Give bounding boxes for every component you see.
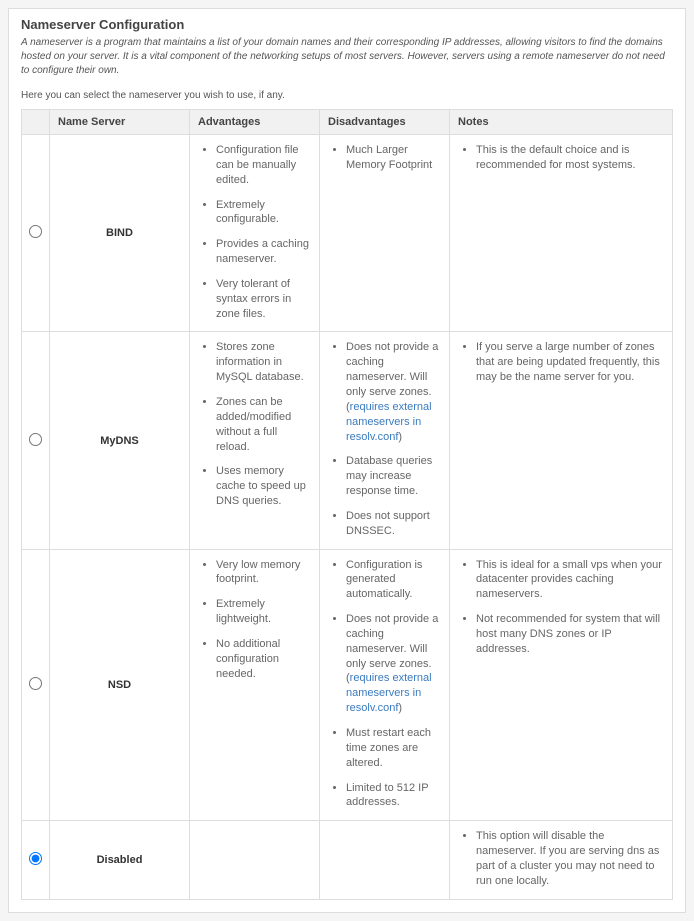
page-intro: A nameserver is a program that maintains… — [21, 36, 673, 78]
list-item: No additional configuration needed. — [216, 637, 311, 682]
list-item: If you serve a large number of zones tha… — [476, 340, 664, 385]
col-advantages: Advantages — [190, 110, 320, 135]
table-row: Disabled This option will disable the nam… — [22, 821, 673, 899]
nameserver-name: Disabled — [50, 821, 190, 899]
radio-cell — [22, 821, 50, 899]
nameserver-name: MyDNS — [50, 332, 190, 549]
disadvantages-cell — [320, 821, 450, 899]
advantages-cell: Configuration file can be manually edite… — [190, 135, 320, 332]
advantages-list: Stores zone information in MySQL databas… — [198, 340, 311, 508]
list-item: This is ideal for a small vps when your … — [476, 558, 664, 603]
list-item: Configuration file can be manually edite… — [216, 143, 311, 188]
list-item: Uses memory cache to speed up DNS querie… — [216, 464, 311, 509]
list-item: Configuration is generated automatically… — [346, 558, 441, 603]
col-notes: Notes — [450, 110, 673, 135]
notes-list: If you serve a large number of zones tha… — [458, 340, 664, 385]
col-radio — [22, 110, 50, 135]
nameserver-table: Name Server Advantages Disadvantages Not… — [21, 109, 673, 900]
disadvantages-list: Much Larger Memory Footprint — [328, 143, 441, 173]
table-row: BIND Configuration file can be manually e… — [22, 135, 673, 332]
list-item: Must restart each time zones are altered… — [346, 726, 441, 771]
list-item: Limited to 512 IP addresses. — [346, 781, 441, 811]
notes-list: This is the default choice and is recomm… — [458, 143, 664, 173]
resolv-conf-link[interactable]: requires external nameservers in resolv.… — [346, 672, 432, 714]
disadvantages-cell: Configuration is generated automatically… — [320, 549, 450, 821]
list-item: Very low memory footprint. — [216, 558, 311, 588]
notes-cell: This is the default choice and is recomm… — [450, 135, 673, 332]
page-title: Nameserver Configuration — [21, 17, 673, 32]
list-item: Stores zone information in MySQL databas… — [216, 340, 311, 385]
page-subheading: Here you can select the nameserver you w… — [21, 90, 673, 101]
list-item: Extremely configurable. — [216, 198, 311, 228]
advantages-cell — [190, 821, 320, 899]
resolv-conf-link[interactable]: requires external nameservers in resolv.… — [346, 401, 432, 443]
list-item: Very tolerant of syntax errors in zone f… — [216, 277, 311, 322]
table-row: NSD Very low memory footprint. Extremely l… — [22, 549, 673, 821]
notes-cell: This is ideal for a small vps when your … — [450, 549, 673, 821]
list-item: Provides a caching nameserver. — [216, 237, 311, 267]
notes-list: This option will disable the nameserver.… — [458, 829, 664, 888]
disadvantages-list: Configuration is generated automatically… — [328, 558, 441, 811]
nameserver-name: BIND — [50, 135, 190, 332]
list-item: This option will disable the nameserver.… — [476, 829, 664, 888]
config-panel: Nameserver Configuration A nameserver is… — [8, 8, 686, 913]
list-item: Does not support DNSSEC. — [346, 509, 441, 539]
nameserver-radio-bind[interactable] — [29, 225, 42, 238]
list-item: Zones can be added/modified without a fu… — [216, 395, 311, 454]
advantages-list: Very low memory footprint. Extremely ligh… — [198, 558, 311, 682]
nameserver-radio-disabled[interactable] — [29, 852, 42, 865]
list-item: Does not provide a caching nameserver. W… — [346, 612, 441, 716]
nameserver-radio-nsd[interactable] — [29, 677, 42, 690]
radio-cell — [22, 549, 50, 821]
nameserver-radio-mydns[interactable] — [29, 433, 42, 446]
nameserver-name: NSD — [50, 549, 190, 821]
col-name: Name Server — [50, 110, 190, 135]
list-item: Extremely lightweight. — [216, 597, 311, 627]
col-disadvantages: Disadvantages — [320, 110, 450, 135]
advantages-cell: Very low memory footprint. Extremely ligh… — [190, 549, 320, 821]
disadvantages-list: Does not provide a caching nameserver. W… — [328, 340, 441, 538]
notes-cell: If you serve a large number of zones tha… — [450, 332, 673, 549]
list-item: This is the default choice and is recomm… — [476, 143, 664, 173]
advantages-list: Configuration file can be manually edite… — [198, 143, 311, 321]
table-row: MyDNS Stores zone information in MySQL da… — [22, 332, 673, 549]
disadvantages-cell: Does not provide a caching nameserver. W… — [320, 332, 450, 549]
disadvantages-cell: Much Larger Memory Footprint — [320, 135, 450, 332]
list-item: Does not provide a caching nameserver. W… — [346, 340, 441, 444]
list-item: Not recommended for system that will hos… — [476, 612, 664, 657]
list-item: Database queries may increase response t… — [346, 454, 441, 499]
table-header-row: Name Server Advantages Disadvantages Not… — [22, 110, 673, 135]
radio-cell — [22, 332, 50, 549]
advantages-cell: Stores zone information in MySQL databas… — [190, 332, 320, 549]
notes-list: This is ideal for a small vps when your … — [458, 558, 664, 657]
notes-cell: This option will disable the nameserver.… — [450, 821, 673, 899]
radio-cell — [22, 135, 50, 332]
list-item: Much Larger Memory Footprint — [346, 143, 441, 173]
